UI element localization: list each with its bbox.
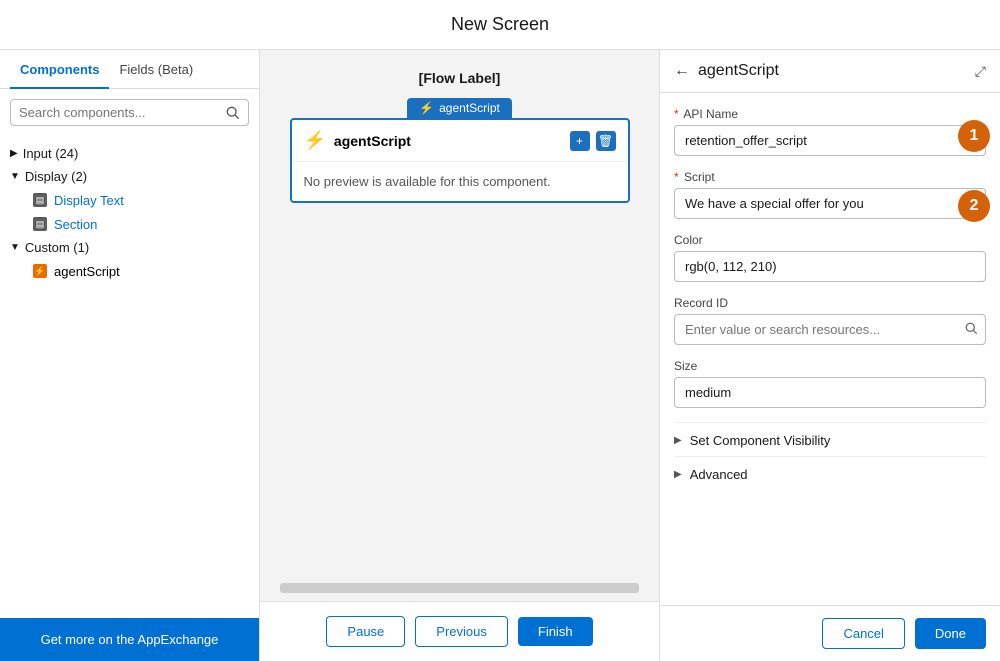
component-card-title: ⚡ agentScript <box>304 130 411 151</box>
section-visibility[interactable]: ▶ Set Component Visibility <box>674 422 986 456</box>
card-add-button[interactable]: + <box>570 131 590 151</box>
component-tree: ▶ Input (24) ▼ Display (2) ▤ Display Tex… <box>0 136 259 618</box>
advanced-chevron-icon: ▶ <box>674 469 682 480</box>
field-label-color: Color <box>674 233 986 247</box>
display-text-label: Display Text <box>54 193 124 208</box>
tree-item-display-text[interactable]: ▤ Display Text <box>10 188 249 212</box>
field-group-api-name: * API Name <box>674 107 986 156</box>
field-label-size: Size <box>674 359 986 373</box>
tree-group-display[interactable]: ▼ Display (2) <box>10 165 249 188</box>
component-preview-text: No preview is available for this compone… <box>304 174 551 189</box>
badge-1: 1 <box>958 120 990 152</box>
done-button[interactable]: Done <box>915 618 986 649</box>
right-panel: ← agentScript ⤢ 1 2 * API Name * Script <box>660 50 1000 661</box>
appexchange-button[interactable]: Get more on the AppExchange <box>0 618 259 661</box>
script-input[interactable] <box>674 188 986 219</box>
visibility-chevron-icon: ▶ <box>674 435 682 446</box>
record-id-search-icon <box>965 322 978 338</box>
finish-button[interactable]: Finish <box>518 617 593 646</box>
component-card-header: ⚡ agentScript + 🗑 <box>292 120 628 162</box>
tree-group-input[interactable]: ▶ Input (24) <box>10 142 249 165</box>
expand-icon[interactable]: ⤢ <box>975 63 986 80</box>
card-lightning-icon: ⚡ <box>304 130 326 151</box>
chevron-right-icon: ▶ <box>10 148 18 159</box>
right-panel-title: agentScript <box>698 62 779 80</box>
group-custom-label: Custom (1) <box>25 240 89 255</box>
record-id-wrapper <box>674 314 986 345</box>
center-panel: [Flow Label] ⚡ agentScript ⚡ agentScript… <box>260 50 660 661</box>
tree-item-section[interactable]: ▤ Section <box>10 212 249 236</box>
lightning-icon: ⚡ <box>419 101 434 115</box>
cancel-button[interactable]: Cancel <box>822 618 904 649</box>
right-footer: Cancel Done <box>660 605 1000 661</box>
tree-group-custom[interactable]: ▼ Custom (1) <box>10 236 249 259</box>
visibility-label: Set Component Visibility <box>690 433 831 448</box>
search-icon <box>226 106 240 120</box>
color-input[interactable] <box>674 251 986 282</box>
flow-label: [Flow Label] <box>419 70 501 86</box>
group-display-label: Display (2) <box>25 169 87 184</box>
card-title-text: agentScript <box>334 133 411 149</box>
record-id-input[interactable] <box>674 314 986 345</box>
card-delete-button[interactable]: 🗑 <box>596 131 616 151</box>
field-label-record-id: Record ID <box>674 296 986 310</box>
advanced-label: Advanced <box>690 467 748 482</box>
right-header: ← agentScript ⤢ <box>660 50 1000 93</box>
component-tab-indicator: ⚡ agentScript <box>407 98 512 118</box>
api-name-input[interactable] <box>674 125 986 156</box>
left-tabs: Components Fields (Beta) <box>0 50 259 89</box>
field-group-script: * Script <box>674 170 986 219</box>
nav-buttons: Pause Previous Finish <box>260 601 659 661</box>
component-card: ⚡ agentScript + 🗑 No preview is availabl… <box>290 118 630 203</box>
right-body: * API Name * Script Color Record ID <box>660 93 1000 605</box>
section-label: Section <box>54 217 97 232</box>
search-input[interactable] <box>19 105 220 120</box>
pause-button[interactable]: Pause <box>326 616 405 647</box>
tab-components[interactable]: Components <box>10 50 109 89</box>
tree-item-agentscript[interactable]: ⚡ agentScript <box>10 259 249 283</box>
page-title: New Screen <box>451 14 549 35</box>
display-text-icon: ▤ <box>32 192 48 208</box>
chevron-down-2-icon: ▼ <box>10 242 20 253</box>
flow-canvas: [Flow Label] ⚡ agentScript ⚡ agentScript… <box>260 50 659 583</box>
section-icon: ▤ <box>32 216 48 232</box>
scrollbar[interactable] <box>280 583 639 593</box>
size-input[interactable] <box>674 377 986 408</box>
right-header-left: ← agentScript <box>674 62 779 80</box>
left-panel: Components Fields (Beta) ▶ Input (24) ▼ … <box>0 50 260 661</box>
field-label-script: * Script <box>674 170 986 184</box>
back-arrow-icon[interactable]: ← <box>674 62 690 80</box>
badge-2: 2 <box>958 190 990 222</box>
field-group-record-id: Record ID <box>674 296 986 345</box>
component-search-box <box>10 99 249 126</box>
group-input-label: Input (24) <box>23 146 79 161</box>
component-tab-label: agentScript <box>439 101 500 115</box>
component-card-actions: + 🗑 <box>570 131 616 151</box>
previous-button[interactable]: Previous <box>415 616 508 647</box>
field-group-color: Color <box>674 233 986 282</box>
agentscript-icon: ⚡ <box>32 263 48 279</box>
field-label-api-name: * API Name <box>674 107 986 121</box>
field-group-size: Size <box>674 359 986 408</box>
agentscript-label: agentScript <box>54 264 120 279</box>
component-card-body: No preview is available for this compone… <box>292 162 628 201</box>
tab-fields[interactable]: Fields (Beta) <box>109 50 203 89</box>
section-advanced[interactable]: ▶ Advanced <box>674 456 986 490</box>
chevron-down-icon: ▼ <box>10 171 20 182</box>
